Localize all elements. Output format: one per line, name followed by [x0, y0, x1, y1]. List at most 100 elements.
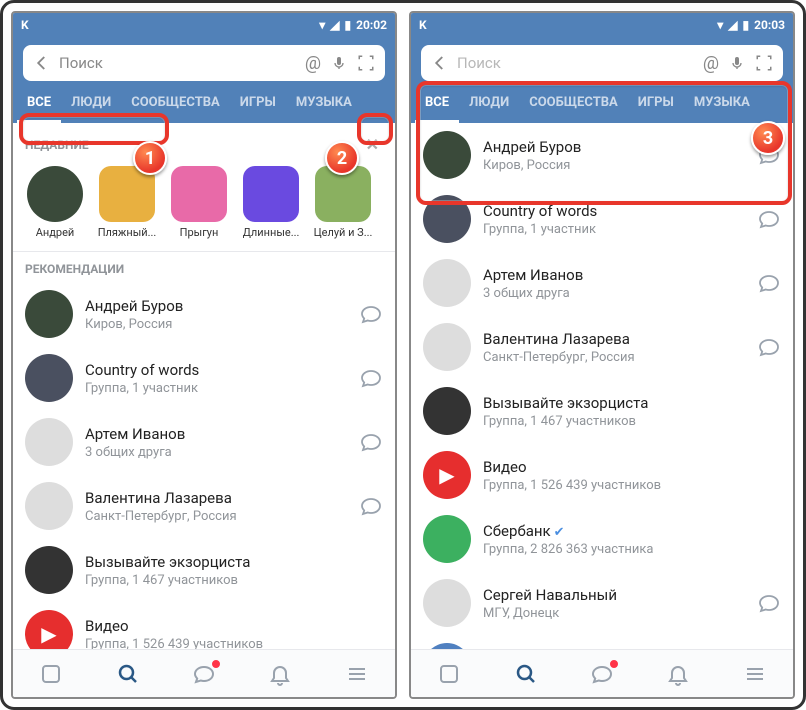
avatar — [423, 387, 471, 435]
list-item[interactable]: Андрей БуровКиров, Россия — [411, 123, 793, 187]
battery-icon: ▮ — [742, 18, 749, 32]
message-icon[interactable] — [757, 591, 781, 615]
message-icon[interactable] — [757, 143, 781, 167]
app-logo: K — [419, 18, 427, 32]
app-logo: K — [21, 18, 29, 32]
list-item[interactable]: Country of wordsГруппа, 1 участник — [13, 346, 395, 410]
avatar — [315, 166, 371, 222]
back-arrow-icon[interactable] — [431, 54, 449, 72]
nav-notifications-icon[interactable] — [267, 661, 293, 687]
tab-people[interactable]: ЛЮДИ — [61, 85, 121, 123]
avatar — [423, 131, 471, 179]
tab-communities[interactable]: СООБЩЕСТВА — [121, 85, 230, 123]
avatar — [423, 259, 471, 307]
message-icon[interactable] — [757, 335, 781, 359]
tab-all[interactable]: ВСЕ — [415, 85, 459, 123]
mic-icon[interactable] — [331, 55, 347, 71]
tab-communities[interactable]: СООБЩЕСТВА — [519, 85, 628, 123]
list-item[interactable]: ▶ВидеоГруппа, 1 526 439 участников — [13, 602, 395, 649]
nav-notifications-icon[interactable] — [665, 661, 691, 687]
nav-menu-icon[interactable] — [344, 661, 370, 687]
recommendations-list: Андрей БуровКиров, Россия Country of wor… — [13, 282, 395, 649]
recent-item[interactable]: Андрей — [23, 166, 87, 239]
at-icon[interactable]: @ — [305, 53, 321, 74]
recent-header: НЕДАВНИЕ ✕ — [13, 123, 395, 162]
search-input[interactable]: Поиск @ — [421, 45, 783, 81]
nav-messages-icon[interactable] — [191, 661, 217, 687]
clock-text: 20:03 — [754, 18, 785, 32]
battery-icon: ▮ — [344, 18, 351, 32]
list-item[interactable]: Андрей БуровКиров, Россия — [13, 282, 395, 346]
avatar — [25, 482, 73, 530]
list-item[interactable]: Валентина ЛазареваСанкт-Петербург, Росси… — [13, 474, 395, 538]
message-icon[interactable] — [359, 430, 383, 454]
nav-search-icon[interactable] — [513, 661, 539, 687]
avatar — [423, 323, 471, 371]
nav-menu-icon[interactable] — [742, 661, 768, 687]
recent-item[interactable]: Прыгун — [167, 166, 231, 239]
message-icon[interactable] — [757, 271, 781, 295]
list-item[interactable]: Артем Иванов3 общих друга — [13, 410, 395, 474]
tab-music[interactable]: МУЗЫКА — [286, 85, 362, 123]
avatar — [25, 354, 73, 402]
bottom-nav — [411, 649, 793, 697]
tabs: ВСЕ ЛЮДИ СООБЩЕСТВА ИГРЫ МУЗЫКА — [411, 85, 793, 123]
list-item[interactable]: Вызывайте экзорцистаГруппа, 1 467 участн… — [411, 379, 793, 443]
list-item[interactable]: ▶ВидеоГруппа, 1 526 439 участников — [411, 443, 793, 507]
nav-search-icon[interactable] — [115, 661, 141, 687]
avatar — [423, 515, 471, 563]
back-arrow-icon[interactable] — [33, 54, 51, 72]
recent-item[interactable]: Пляжный... — [95, 166, 159, 239]
tab-games[interactable]: ИГРЫ — [628, 85, 684, 123]
clock-text: 20:02 — [356, 18, 387, 32]
avatar — [25, 546, 73, 594]
wifi-icon: ▾ — [717, 18, 723, 32]
nav-news-icon[interactable] — [38, 661, 64, 687]
qr-icon[interactable] — [357, 54, 375, 72]
tab-people[interactable]: ЛЮДИ — [459, 85, 519, 123]
tab-all[interactable]: ВСЕ — [17, 85, 61, 123]
wifi-icon: ▾ — [319, 18, 325, 32]
recent-item[interactable]: Длинные... — [239, 166, 303, 239]
clear-recent-button[interactable]: ✕ — [362, 133, 383, 156]
list-item[interactable]: Заработок в ИнтернетеГруппа, 32 911 учас… — [411, 635, 793, 649]
nav-news-icon[interactable] — [436, 661, 462, 687]
search-row: Поиск @ — [411, 37, 793, 85]
results-list: Андрей БуровКиров, Россия Country of wor… — [411, 123, 793, 649]
recommendations-header: РЕКОМЕНДАЦИИ — [13, 252, 395, 282]
badge-icon — [211, 659, 221, 669]
recent-item[interactable]: Целуй и З... — [311, 166, 375, 239]
avatar — [27, 166, 83, 222]
signal-icon: ◢ — [728, 18, 737, 32]
badge-icon — [609, 659, 619, 669]
search-input[interactable]: Поиск @ — [23, 45, 385, 81]
avatar: ▶ — [423, 451, 471, 499]
avatar — [171, 166, 227, 222]
status-bar: K ▾ ◢ ▮ 20:02 — [13, 13, 395, 37]
list-item[interactable]: Country of wordsГруппа, 1 участник — [411, 187, 793, 251]
list-item[interactable]: Сергей НавальныйМГУ, Донецк — [411, 571, 793, 635]
qr-icon[interactable] — [755, 54, 773, 72]
mic-icon[interactable] — [729, 55, 745, 71]
tab-games[interactable]: ИГРЫ — [230, 85, 286, 123]
message-icon[interactable] — [359, 302, 383, 326]
list-item[interactable]: Валентина ЛазареваСанкт-Петербург, Росси… — [411, 315, 793, 379]
message-icon[interactable] — [757, 207, 781, 231]
phone-right: K ▾ ◢ ▮ 20:03 Поиск @ ВСЕ ЛЮДИ СООБЩЕСТВ… — [409, 11, 795, 699]
avatar — [423, 579, 471, 627]
at-icon[interactable]: @ — [703, 53, 719, 74]
message-icon[interactable] — [359, 366, 383, 390]
recommendations-label: РЕКОМЕНДАЦИИ — [25, 262, 124, 276]
list-item[interactable]: Артем Иванов3 общих друга — [411, 251, 793, 315]
avatar: ▶ — [25, 610, 73, 649]
search-placeholder: Поиск — [59, 54, 305, 72]
phone-left: K ▾ ◢ ▮ 20:02 Поиск @ ВСЕ ЛЮДИ СООБЩЕСТВ… — [11, 11, 397, 699]
message-icon[interactable] — [359, 494, 383, 518]
tab-music[interactable]: МУЗЫКА — [684, 85, 760, 123]
avatar — [423, 195, 471, 243]
recent-row: Андрей Пляжный... Прыгун Длинные... Целу… — [13, 162, 395, 252]
avatar — [243, 166, 299, 222]
list-item[interactable]: Вызывайте экзорцистаГруппа, 1 467 участн… — [13, 538, 395, 602]
nav-messages-icon[interactable] — [589, 661, 615, 687]
list-item[interactable]: Сбербанк✔Группа, 2 826 363 участника — [411, 507, 793, 571]
